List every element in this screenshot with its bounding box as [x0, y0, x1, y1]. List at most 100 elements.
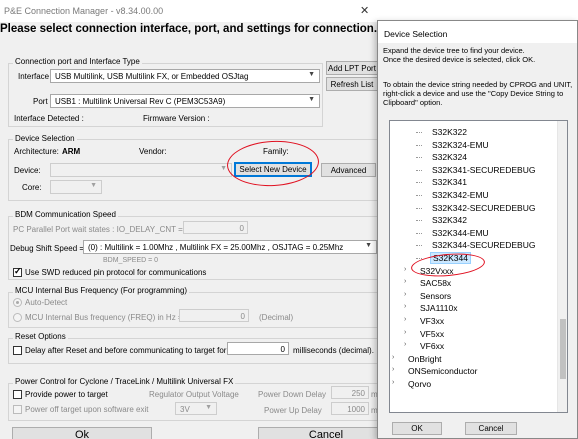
window-title: P&E Connection Manager - v8.34.00.00 [4, 6, 164, 16]
tree-item-label: S32K342-EMU [432, 190, 489, 200]
chevron-right-icon[interactable]: › [404, 316, 406, 323]
bdm-group-title: BDM Communication Speed [13, 210, 118, 219]
tree-connector [416, 144, 422, 146]
refresh-list-button[interactable]: Refresh List [326, 77, 378, 91]
tree-item-label: S32K341-SECUREDEBUG [432, 164, 536, 175]
io-delay-field[interactable]: 0 [183, 221, 248, 234]
scrollbar-thumb[interactable] [560, 319, 566, 379]
tree-connector [416, 220, 422, 222]
tree-item[interactable]: S32K342-SECUREDEBUG [390, 203, 558, 214]
delay-after-reset-checkbox[interactable] [13, 346, 22, 355]
tree-item[interactable]: › SAC58x [390, 278, 558, 289]
chevron-right-icon[interactable]: › [404, 278, 406, 285]
auto-detect-label: Auto-Detect [25, 298, 68, 307]
chevron-right-icon[interactable]: › [404, 303, 406, 310]
dialog-desc-line3: To obtain the device string needed by CP… [383, 80, 573, 107]
tree-item[interactable]: › OnBright [390, 354, 558, 365]
interface-combo[interactable]: USB Multilink, USB Multilink FX, or Embe… [50, 69, 320, 83]
architecture-label: Architecture: [14, 147, 59, 156]
decimal-label: (Decimal) [259, 313, 294, 322]
chevron-down-icon: ▼ [308, 96, 315, 103]
tree-item[interactable]: S32K344-SECUREDEBUG [390, 240, 558, 251]
device-tree[interactable]: S32K322 S32K324-EMU S32K324 S32K341-SECURED… [389, 120, 568, 413]
chevron-right-icon[interactable]: › [392, 366, 394, 373]
cancel-button[interactable]: Cancel [258, 427, 394, 439]
interface-label: Interface : [18, 72, 54, 81]
debug-shift-combo[interactable]: (0) : Multilink = 1.00Mhz , Multilink FX… [83, 240, 377, 254]
chevron-right-icon[interactable]: › [404, 341, 406, 348]
tree-connector [416, 232, 422, 234]
tree-item-label: VF3xx [420, 316, 445, 326]
page-headline: Please select connection interface, port… [0, 23, 378, 35]
chevron-right-icon[interactable]: › [392, 379, 394, 386]
tree-connector [416, 207, 422, 209]
device-group-title: Device Selection [13, 134, 77, 143]
tree-item[interactable]: S32K344-EMU [390, 228, 558, 239]
power-up-delay-label: Power Up Delay [264, 406, 322, 415]
power-off-checkbox[interactable] [13, 405, 22, 414]
debug-shift-value: (0) : Multilink = 1.00Mhz , Multilink FX… [88, 243, 344, 252]
close-icon[interactable]: ✕ [360, 4, 369, 17]
provide-power-checkbox[interactable] [13, 390, 22, 399]
power-group-title: Power Control for Cyclone / TraceLink / … [13, 377, 236, 386]
tree-connector [416, 195, 422, 196]
delay-after-reset-label: Delay after Reset and before communicati… [25, 346, 227, 355]
tree-item[interactable]: › VF5xx [390, 329, 558, 340]
tree-item-label: VF5xx [420, 328, 445, 339]
tree-item-label: S32K324-EMU [432, 139, 489, 150]
chevron-right-icon[interactable]: › [404, 329, 406, 336]
chevron-right-icon[interactable]: › [404, 291, 406, 298]
tree-item[interactable]: › ONSemiconductor [390, 366, 558, 377]
power-down-delay-field[interactable]: 250 [331, 386, 369, 399]
voltage-combo[interactable]: 3V ▼ [175, 402, 217, 415]
core-combo[interactable]: ▼ [50, 180, 102, 194]
dialog-title: Device Selection [384, 29, 448, 39]
mcu-frequency-field[interactable]: 0 [179, 309, 249, 322]
tree-connector [416, 132, 422, 133]
tree-connector [416, 169, 422, 171]
swd-checkbox[interactable] [13, 266, 22, 277]
tree-item[interactable]: › VF3xx [390, 316, 558, 327]
tree-item-label: OnBright [408, 353, 442, 364]
connection-group-title: Connection port and Interface Type [13, 57, 142, 66]
chevron-down-icon: ▼ [220, 165, 227, 172]
auto-detect-radio[interactable] [13, 298, 22, 307]
tree-item-label: ONSemiconductor [408, 366, 478, 377]
port-combo[interactable]: USB1 : Multilink Universal Rev C (PEM3C5… [50, 94, 320, 108]
tree-item-label: SAC58x [420, 278, 452, 289]
tree-item[interactable]: S32K341 [390, 177, 558, 188]
tree-item[interactable]: › Sensors [390, 291, 558, 302]
tree-scrollbar[interactable] [557, 121, 567, 412]
chevron-down-icon: ▼ [308, 71, 315, 78]
tree-item[interactable]: S32K342 [390, 215, 558, 226]
tree-item-label: S32K342 [432, 215, 467, 226]
tree-item[interactable]: S32K324-EMU [390, 140, 558, 151]
tree-item-label: SJA1110x [420, 303, 458, 314]
tree-item[interactable]: S32K324 [390, 152, 558, 163]
bdm-speed-text: BDM_SPEED = 0 [103, 257, 159, 264]
tree-item[interactable]: › VF6xx [390, 341, 558, 352]
ok-button[interactable]: Ok [12, 427, 152, 439]
dialog-ok-button[interactable]: OK [392, 422, 442, 435]
tree-item-label: S32K324 [432, 152, 467, 163]
power-up-delay-field[interactable]: 1000 [331, 402, 369, 415]
tree-item[interactable]: S32K341-SECUREDEBUG [390, 165, 558, 176]
device-label: Device: [14, 166, 41, 175]
tree-item-label: Sensors [420, 290, 452, 301]
device-combo[interactable]: ▼ [50, 163, 232, 177]
chevron-down-icon: ▼ [205, 404, 212, 411]
chevron-right-icon[interactable]: › [392, 354, 394, 361]
mcu-frequency-radio[interactable] [13, 313, 22, 322]
advanced-button[interactable]: Advanced [321, 163, 376, 177]
mcu-group-title: MCU Internal Bus Frequency (For programm… [13, 286, 190, 295]
tree-item[interactable]: S32K342-EMU [390, 190, 558, 201]
add-lpt-port-button[interactable]: Add LPT Port [326, 61, 378, 75]
tree-item[interactable]: S32K322 [390, 127, 558, 138]
tree-item[interactable]: › Qorvo [390, 379, 558, 390]
tree-item-label: VF6xx [420, 341, 445, 352]
dialog-cancel-button[interactable]: Cancel [465, 422, 517, 435]
tree-item[interactable]: › SJA1110x [390, 303, 558, 314]
reset-delay-field[interactable]: 0 [227, 342, 289, 355]
chevron-right-icon[interactable]: › [404, 266, 406, 273]
chevron-down-icon: ▼ [365, 242, 372, 249]
